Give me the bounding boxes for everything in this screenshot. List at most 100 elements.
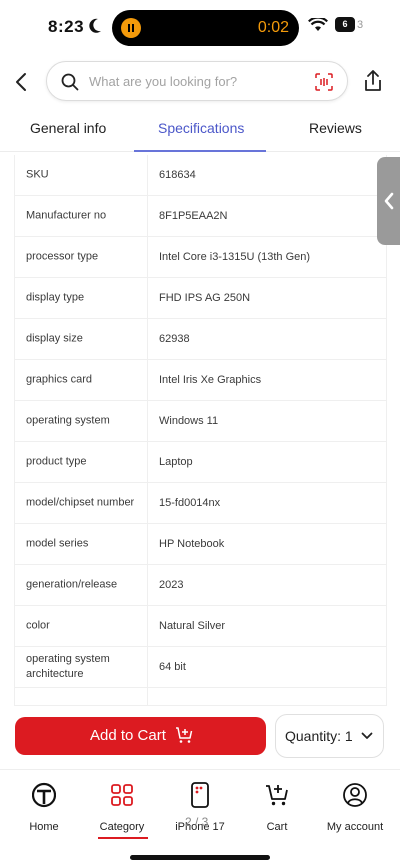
table-row: product type Laptop [15, 442, 386, 483]
spec-value: 62938 [159, 333, 190, 345]
cell-divider [147, 442, 148, 482]
table-row: graphics card Intel Iris Xe Graphics [15, 360, 386, 401]
table-row: Manufacturer no 8F1P5EAA2N [15, 196, 386, 237]
table-row: processor type Intel Core i3-1315U (13th… [15, 237, 386, 278]
page-indicator: 2 / 3 [185, 815, 209, 829]
spec-label: generation/release [26, 578, 118, 591]
spec-label: operating system [26, 414, 110, 427]
wifi-icon [308, 18, 328, 31]
spec-value: 2023 [159, 579, 184, 591]
nav-category[interactable]: Category [86, 780, 158, 840]
spec-value: FHD IPS AG 250N [159, 292, 251, 304]
table-row: model series HP Notebook [15, 524, 386, 565]
spec-label: SKU [26, 168, 49, 181]
spec-label: graphics card [26, 373, 93, 386]
search-icon [61, 73, 79, 91]
spec-value: 618634 [159, 169, 196, 181]
add-to-cart-label: Add to Cart [90, 727, 166, 744]
chevron-down-icon [361, 732, 373, 739]
cell-divider [147, 196, 148, 236]
home-indicator [130, 855, 270, 860]
quantity-label: Quantity: 1 [285, 728, 353, 744]
nav-category-label: Category [99, 821, 145, 833]
cart-icon [266, 785, 288, 806]
cell-divider [147, 606, 148, 646]
table-row: operating system Windows 11 [15, 401, 386, 442]
product-tabs: General info Specifications Reviews [0, 104, 400, 152]
specs-table: SKU 618634 Manufacturer no 8F1P5EAA2N pr… [14, 155, 387, 706]
active-nav-indicator [98, 837, 148, 839]
status-bar: 8:23 0:02 6 3 [0, 0, 400, 56]
bottom-nav: Home Category iPhone 17 Cart My account … [0, 769, 400, 867]
nav-home-label: Home [29, 821, 59, 833]
spec-label: model/chipset number [26, 496, 135, 509]
nav-my-account[interactable]: My account [319, 780, 391, 840]
cell-divider [147, 155, 148, 195]
table-row-partial [15, 688, 386, 706]
cell-divider [147, 237, 148, 277]
tab-general-info[interactable]: General info [30, 120, 106, 136]
cell-divider [147, 688, 148, 705]
phone-icon [191, 782, 209, 808]
spec-value: Laptop [159, 456, 193, 468]
grid-icon [111, 784, 133, 806]
spec-value: Natural Silver [159, 620, 226, 632]
spec-value: 8F1P5EAA2N [159, 210, 228, 222]
table-row: display type FHD IPS AG 250N [15, 278, 386, 319]
back-arrow-icon[interactable] [12, 70, 32, 94]
header: What are you looking for? [0, 60, 400, 104]
recording-timer: 0:02 [257, 19, 289, 36]
table-row: display size 62938 [15, 319, 386, 360]
cell-divider [147, 524, 148, 564]
spec-value: Intel Core i3-1315U (13th Gen) [159, 251, 311, 263]
spec-label: display type [26, 291, 85, 304]
share-icon[interactable] [362, 69, 384, 93]
cell-divider [147, 647, 148, 687]
image-search-icon[interactable] [315, 73, 333, 91]
search-bar[interactable]: What are you looking for? [46, 61, 348, 101]
spec-value: Windows 11 [159, 415, 219, 427]
cell-divider [147, 360, 148, 400]
dynamic-island: 0:02 [112, 10, 299, 46]
pause-icon [121, 18, 141, 38]
spec-label: color [26, 619, 50, 632]
spec-value: 64 bit [159, 661, 186, 673]
spec-label: Manufacturer no [26, 209, 107, 222]
nav-home[interactable]: Home [8, 780, 80, 840]
action-bar: Add to Cart Quantity: 1 [0, 706, 400, 768]
add-to-cart-button[interactable]: Add to Cart [15, 717, 266, 755]
table-row: model/chipset number 15-fd0014nx [15, 483, 386, 524]
spec-label: product type [26, 455, 87, 468]
table-row: operating system architecture 64 bit [15, 647, 386, 688]
tab-reviews[interactable]: Reviews [309, 120, 362, 136]
battery-icon: 6 [335, 17, 355, 32]
table-row: SKU 618634 [15, 155, 386, 196]
spec-label: display size [26, 332, 83, 345]
battery-extra: 3 [357, 19, 364, 31]
cell-divider [147, 565, 148, 605]
spec-label: processor type [26, 250, 99, 263]
nav-cart-label: Cart [266, 821, 288, 833]
active-tab-indicator [134, 150, 266, 152]
status-time: 8:23 [48, 17, 85, 36]
moon-icon [89, 18, 101, 33]
spec-value: HP Notebook [159, 538, 225, 550]
side-drawer-handle[interactable] [377, 157, 400, 245]
cell-divider [147, 483, 148, 523]
chevron-left-icon [384, 192, 394, 210]
nav-iphone-17[interactable]: iPhone 17 [164, 780, 236, 840]
spec-value: Intel Iris Xe Graphics [159, 374, 262, 386]
brand-logo-icon [32, 782, 56, 808]
spec-label: model series [26, 537, 89, 550]
table-row: color Natural Silver [15, 606, 386, 647]
cell-divider [147, 278, 148, 318]
nav-account-label: My account [326, 821, 384, 833]
cell-divider [147, 319, 148, 359]
tab-specifications[interactable]: Specifications [158, 120, 244, 136]
quantity-selector[interactable]: Quantity: 1 [275, 714, 384, 758]
spec-label: operating system architecture [26, 653, 110, 680]
cart-plus-icon [176, 727, 193, 743]
search-input[interactable]: What are you looking for? [89, 74, 237, 89]
nav-cart[interactable]: Cart [241, 780, 313, 840]
table-row: generation/release 2023 [15, 565, 386, 606]
